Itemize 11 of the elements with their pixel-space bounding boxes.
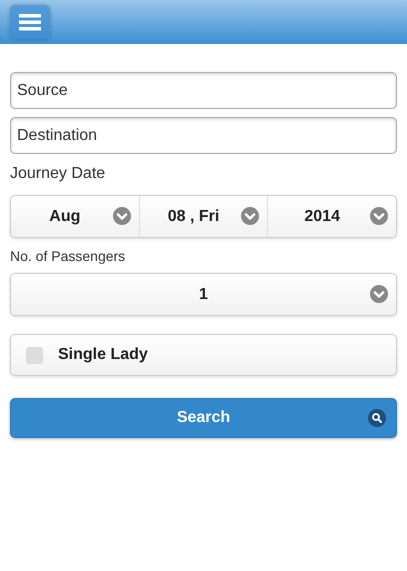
field-label: No. of Passengers [10, 247, 126, 266]
source-field[interactable]: Source [10, 72, 397, 109]
destination-field[interactable]: Destination [10, 117, 397, 154]
search-button[interactable]: Search [10, 398, 397, 438]
menu-icon [19, 13, 41, 31]
passenger-select[interactable]: 1 [11, 274, 396, 315]
menu-button[interactable] [10, 5, 50, 39]
search-icon [368, 409, 386, 427]
single-lady-checkbox[interactable]: Single Lady [10, 334, 397, 376]
field-label: Journey Date [10, 164, 106, 184]
chevron-down-icon [370, 285, 388, 303]
